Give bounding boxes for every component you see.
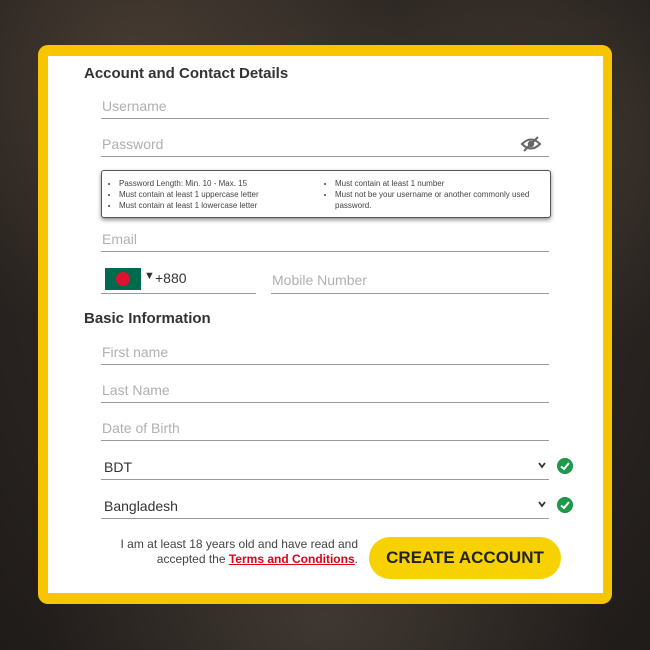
terms-agreement-text: I am at least 18 years old and have read… xyxy=(118,537,359,567)
currency-select[interactable]: BDT xyxy=(101,455,549,480)
currency-value: BDT xyxy=(104,459,132,475)
check-circle-icon xyxy=(557,458,573,474)
last-name-input[interactable] xyxy=(101,380,550,400)
chevron-down-icon xyxy=(538,501,546,508)
create-account-button[interactable]: CREATE ACCOUNT xyxy=(369,537,561,579)
first-name-field[interactable] xyxy=(101,342,550,365)
email-field[interactable] xyxy=(101,229,550,252)
password-hints-left: Password Length: Min. 10 - Max. 15 Must … xyxy=(108,178,313,211)
mobile-field[interactable] xyxy=(271,268,550,294)
bangladesh-flag-icon xyxy=(105,268,141,290)
account-section-title: Account and Contact Details xyxy=(84,65,289,82)
username-field[interactable] xyxy=(101,96,550,119)
first-name-input[interactable] xyxy=(101,342,550,362)
caret-down-icon[interactable]: ▼ xyxy=(144,270,155,282)
hint-item: Must contain at least 1 uppercase letter xyxy=(119,189,313,200)
country-value: Bangladesh xyxy=(104,498,178,514)
dob-field[interactable] xyxy=(101,418,550,441)
chevron-down-icon xyxy=(538,462,546,469)
check-circle-icon xyxy=(557,497,573,513)
hint-item: Password Length: Min. 10 - Max. 15 xyxy=(119,178,313,189)
country-select[interactable]: Bangladesh xyxy=(101,494,549,519)
basic-section-title: Basic Information xyxy=(84,310,211,327)
password-input[interactable] xyxy=(101,134,550,154)
last-name-field[interactable] xyxy=(101,380,550,403)
hint-item: Must contain at least 1 lowercase letter xyxy=(119,200,313,211)
hint-item: Must not be your username or another com… xyxy=(335,189,544,211)
dob-input[interactable] xyxy=(101,418,550,438)
password-hints-right: Must contain at least 1 number Must not … xyxy=(324,178,544,211)
password-field[interactable] xyxy=(101,134,550,157)
hint-item: Must contain at least 1 number xyxy=(335,178,544,189)
terms-period: . xyxy=(354,552,358,566)
eye-slash-icon[interactable] xyxy=(520,135,542,153)
terms-link[interactable]: Terms and Conditions xyxy=(229,552,355,566)
email-input[interactable] xyxy=(101,229,550,249)
mobile-input[interactable] xyxy=(271,270,550,290)
password-requirements-tooltip: Password Length: Min. 10 - Max. 15 Must … xyxy=(101,170,551,218)
username-input[interactable] xyxy=(101,96,550,116)
dial-code: +880 xyxy=(155,270,187,286)
